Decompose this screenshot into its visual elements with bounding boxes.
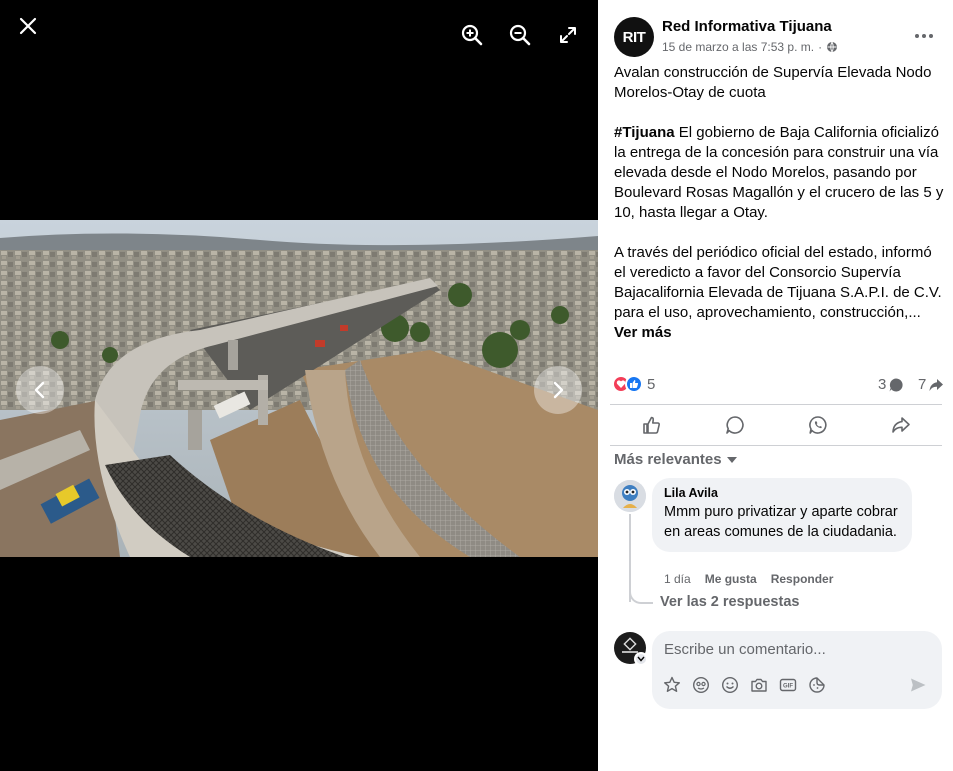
comment-bubble: Lila Avila Mmm puro privatizar y aparte … xyxy=(652,478,912,552)
profile-switch-badge[interactable] xyxy=(634,652,648,666)
comment-author[interactable]: Lila Avila xyxy=(664,486,900,500)
sort-label: Más relevantes xyxy=(614,451,722,468)
shares-count: 7 xyxy=(918,376,927,393)
sticker-face-button[interactable] xyxy=(807,675,827,695)
close-icon xyxy=(19,17,37,35)
like-reaction-icon xyxy=(625,375,643,393)
globe-icon xyxy=(827,41,838,53)
comments-count-button[interactable]: 3 xyxy=(878,376,904,393)
previous-photo-button[interactable] xyxy=(16,366,64,414)
view-replies-link[interactable]: Ver las 2 respuestas xyxy=(660,594,799,610)
like-icon xyxy=(642,416,660,434)
camera-icon xyxy=(751,678,767,692)
page-name[interactable]: Red Informativa Tijuana xyxy=(662,18,832,35)
meta-separator: · xyxy=(818,40,823,54)
post-paragraph-1: #Tijuana El gobierno de Baja California … xyxy=(614,123,944,223)
next-photo-button[interactable] xyxy=(534,366,582,414)
photo-viewer xyxy=(0,0,598,771)
commenter-avatar[interactable] xyxy=(614,480,646,512)
zoom-out-button[interactable] xyxy=(506,21,534,49)
share-arrow-icon xyxy=(929,378,944,391)
divider xyxy=(610,445,942,446)
photo-button[interactable] xyxy=(749,675,769,695)
gif-button[interactable]: GIF xyxy=(778,675,798,695)
whatsapp-icon xyxy=(808,416,827,434)
avatar-sticker-icon xyxy=(692,676,710,694)
chevron-down-icon xyxy=(637,656,645,662)
page-avatar-text: RIT xyxy=(622,28,646,46)
comment-icon xyxy=(725,416,744,434)
emoji-icon xyxy=(721,676,739,694)
comment-composer: GIF xyxy=(652,631,942,709)
reply-thread-curve xyxy=(629,580,653,604)
post-text: Avalan construcción de Supervía Elevada … xyxy=(614,63,944,343)
more-dots-icon xyxy=(915,34,933,38)
chevron-left-icon xyxy=(34,381,45,399)
sticker-icon xyxy=(664,676,680,692)
svg-text:GIF: GIF xyxy=(783,684,793,690)
chevron-right-icon xyxy=(553,381,564,399)
comment-input[interactable] xyxy=(664,641,914,658)
reactions-summary[interactable]: 5 xyxy=(612,375,655,393)
sticker-face-icon xyxy=(809,677,825,693)
shares-count-button[interactable]: 7 xyxy=(918,376,944,393)
close-button[interactable] xyxy=(12,10,44,42)
like-button[interactable] xyxy=(610,405,693,445)
send-comment-button[interactable] xyxy=(908,675,928,695)
composer-toolbar: GIF xyxy=(662,675,827,695)
share-button[interactable] xyxy=(859,405,942,445)
see-more-link[interactable]: Ver más xyxy=(614,324,672,341)
avatar-sticker-button[interactable] xyxy=(691,675,711,695)
send-icon xyxy=(911,678,926,692)
zoom-out-icon xyxy=(509,24,531,46)
post-paragraph-2-text: A través del periódico oficial del estad… xyxy=(614,244,942,321)
gif-icon: GIF xyxy=(779,678,797,692)
share-icon xyxy=(891,417,910,433)
post-paragraph-2: A través del periódico oficial del estad… xyxy=(614,243,944,343)
more-options-button[interactable] xyxy=(908,24,940,48)
comment-bubble-icon xyxy=(889,377,903,391)
comment-time[interactable]: 1 día xyxy=(664,572,691,586)
zoom-in-icon xyxy=(461,24,483,46)
post-meta: 15 de marzo a las 7:53 p. m. · xyxy=(662,40,838,54)
fullscreen-button[interactable] xyxy=(555,22,581,48)
page-avatar[interactable]: RIT xyxy=(614,17,654,57)
comment-reply-button[interactable]: Responder xyxy=(771,572,834,586)
comments-count: 3 xyxy=(878,376,887,393)
post-timestamp[interactable]: 15 de marzo a las 7:53 p. m. xyxy=(662,40,814,54)
post-action-bar xyxy=(610,405,942,445)
fullscreen-icon xyxy=(560,27,576,43)
comment-button[interactable] xyxy=(693,405,776,445)
emoji-button[interactable] xyxy=(720,675,740,695)
post-photo xyxy=(0,220,598,557)
reactions-count: 5 xyxy=(647,375,656,393)
comment-sort-dropdown[interactable]: Más relevantes xyxy=(614,451,738,468)
comment-text: Mmm puro privatizar y aparte cobrar en a… xyxy=(664,504,898,540)
comment-actions: 1 día Me gusta Responder xyxy=(664,572,833,586)
hashtag-link[interactable]: #Tijuana xyxy=(614,124,675,141)
comment-like-button[interactable]: Me gusta xyxy=(705,572,757,586)
whatsapp-share-button[interactable] xyxy=(776,405,859,445)
zoom-in-button[interactable] xyxy=(458,21,486,49)
post-panel: RIT Red Informativa Tijuana 15 de marzo … xyxy=(598,0,953,771)
sticker-button[interactable] xyxy=(662,675,682,695)
post-title-line: Avalan construcción de Supervía Elevada … xyxy=(614,64,932,101)
caret-down-icon xyxy=(726,456,737,463)
